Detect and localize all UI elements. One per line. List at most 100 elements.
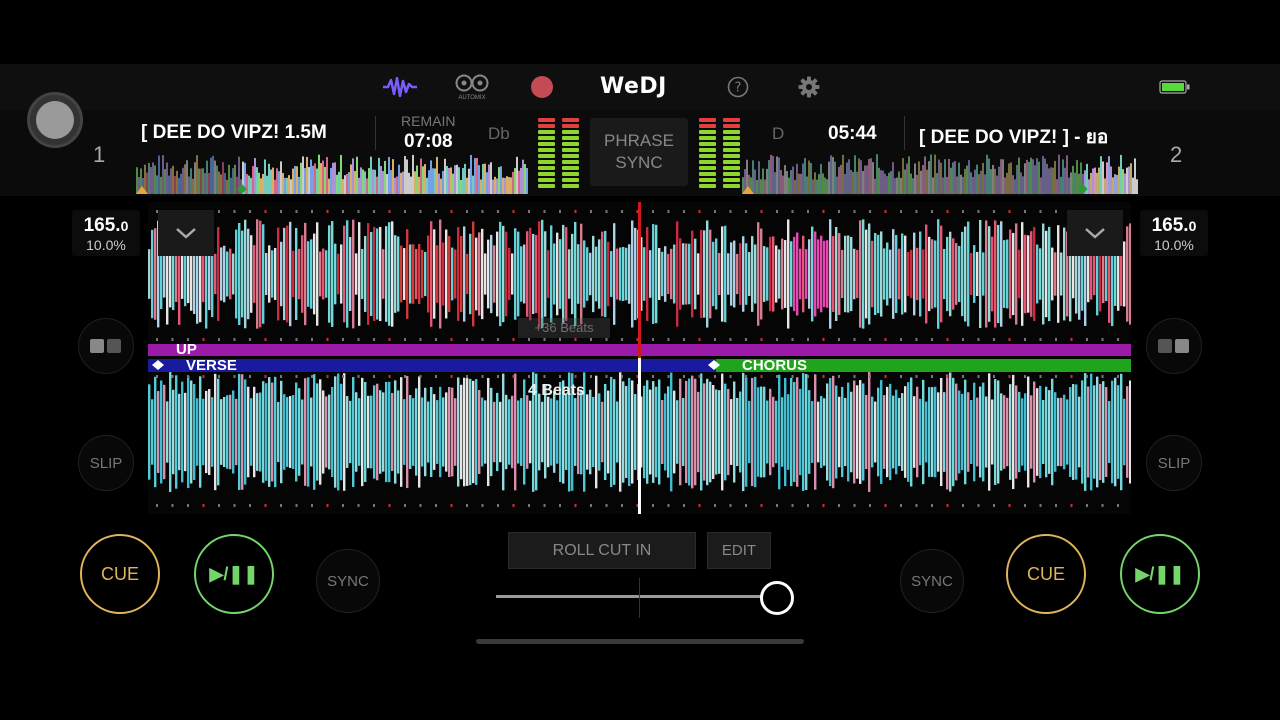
meter-segment (699, 136, 716, 140)
deck1-track-title[interactable]: [ DEE DO VIPZ! 1.5M (141, 122, 353, 144)
overview-bar (360, 167, 362, 194)
beat-tick (714, 375, 716, 378)
deck1-pad-mode-button[interactable] (78, 318, 134, 374)
meter-segment (723, 142, 740, 146)
waveform-bar (421, 249, 424, 299)
waveform-bar (1090, 373, 1093, 491)
meter-segment (723, 178, 740, 182)
waveform-bar (310, 239, 313, 309)
waveform-bar (289, 396, 292, 468)
overview-bar (190, 168, 192, 194)
app-logo: WeDJ (600, 74, 667, 99)
gear-icon[interactable] (797, 75, 821, 99)
beat-tick (512, 375, 515, 378)
overview-bar (314, 163, 316, 194)
waveform-bar (436, 400, 439, 464)
overview-bar (894, 178, 896, 194)
automix-label: AUTOMIX (458, 95, 486, 101)
waveform-bar (256, 219, 259, 329)
waveform-bar (589, 252, 592, 296)
automix-icon[interactable] (454, 72, 490, 94)
overview-bar (400, 172, 402, 194)
deck1-sync-button[interactable]: SYNC (316, 549, 380, 613)
waveform-bar (769, 236, 772, 312)
deck2-cue-button[interactable]: CUE (1006, 534, 1086, 614)
waveform-bar (1066, 399, 1069, 465)
beat-tick (962, 504, 964, 507)
main-waveform-area[interactable]: UP VERSE CHORUS +36 Beats 4 Beats (148, 202, 1132, 514)
beat-tick (714, 210, 716, 213)
deck2-slip-button[interactable]: SLIP (1146, 435, 1202, 491)
beat-tick (342, 375, 344, 378)
waveform-bar (979, 386, 982, 478)
waveform-bar (901, 393, 904, 471)
waveform-bar (256, 393, 259, 471)
beat-tick (884, 338, 887, 341)
waveform-bar (772, 396, 775, 468)
overview-bar (268, 163, 270, 194)
beat-tick (931, 338, 933, 341)
waveform-bar (643, 247, 646, 301)
deck1-play-pause-button[interactable]: ▶/❚❚ (194, 534, 274, 614)
edit-button[interactable]: EDIT (707, 532, 771, 569)
overview-bar (390, 170, 392, 194)
deck2-bpm-display[interactable]: 165.0 10.0% (1140, 210, 1208, 256)
beat-tick (853, 504, 856, 507)
jog-wheel-button[interactable] (27, 92, 83, 148)
waveform-bar (487, 377, 490, 487)
help-icon[interactable]: ? (726, 75, 750, 99)
deck1-zoom-toggle[interactable] (158, 210, 214, 256)
meter-segment (723, 172, 740, 176)
waveform-bar (628, 378, 631, 486)
overview-bar (882, 170, 884, 194)
record-icon[interactable] (531, 76, 553, 98)
deck2-zoom-toggle[interactable] (1067, 210, 1123, 256)
overview-bar (402, 171, 404, 194)
beat-tick (249, 504, 251, 507)
overview-bar (288, 175, 290, 194)
beat-tick (249, 375, 251, 378)
overview-bar (1120, 154, 1122, 194)
waveform-bar (544, 231, 547, 317)
waveform-bar (484, 400, 487, 464)
overview-bar (908, 156, 910, 194)
waveform-bar (760, 228, 763, 320)
deck2-track-title[interactable]: [ DEE DO VIPZ! ] - ยอ (919, 122, 1137, 152)
overview-bar (816, 179, 818, 194)
overview-bar (1092, 168, 1094, 194)
deck2-sync-button[interactable]: SYNC (900, 549, 964, 613)
deck1-slip-button[interactable]: SLIP (78, 435, 134, 491)
deck1-cue-button[interactable]: CUE (80, 534, 160, 614)
waveform-bar (691, 230, 694, 318)
waveform-icon[interactable] (382, 74, 418, 100)
waveform-bar (382, 249, 385, 299)
waveform-bar (451, 247, 454, 301)
meter-segment (699, 178, 716, 182)
waveform-bar (214, 253, 217, 295)
crossfader-knob[interactable] (760, 581, 795, 615)
overview-bar (318, 154, 320, 194)
deck2-pad-mode-button[interactable] (1146, 318, 1202, 374)
deck1-overview-waveform[interactable] (136, 152, 528, 194)
waveform-bar (598, 239, 601, 309)
waveform-bar (148, 249, 151, 299)
waveform-bar (223, 245, 226, 303)
waveform-bar (667, 253, 670, 295)
waveform-bar (400, 377, 403, 487)
waveform-bar (310, 397, 313, 467)
overview-bar (902, 158, 904, 194)
phrase-sync-button[interactable]: PHRASE SYNC (590, 118, 688, 186)
waveform-bar (946, 374, 949, 490)
waveform-bar (475, 237, 478, 311)
deck2-overview-waveform[interactable] (742, 152, 1138, 194)
overview-bar (888, 172, 890, 194)
beat-tick (280, 338, 282, 341)
waveform-canvas[interactable] (148, 202, 1132, 514)
deck1-bpm-display[interactable]: 165.0 10.0% (72, 210, 140, 256)
waveform-bar (703, 383, 706, 481)
deck2-play-pause-button[interactable]: ▶/❚❚ (1120, 534, 1200, 614)
roll-cut-in-button[interactable]: ROLL CUT IN (508, 532, 696, 569)
overview-bar (866, 165, 868, 194)
waveform-bar (541, 219, 544, 329)
overview-bar (440, 178, 442, 194)
